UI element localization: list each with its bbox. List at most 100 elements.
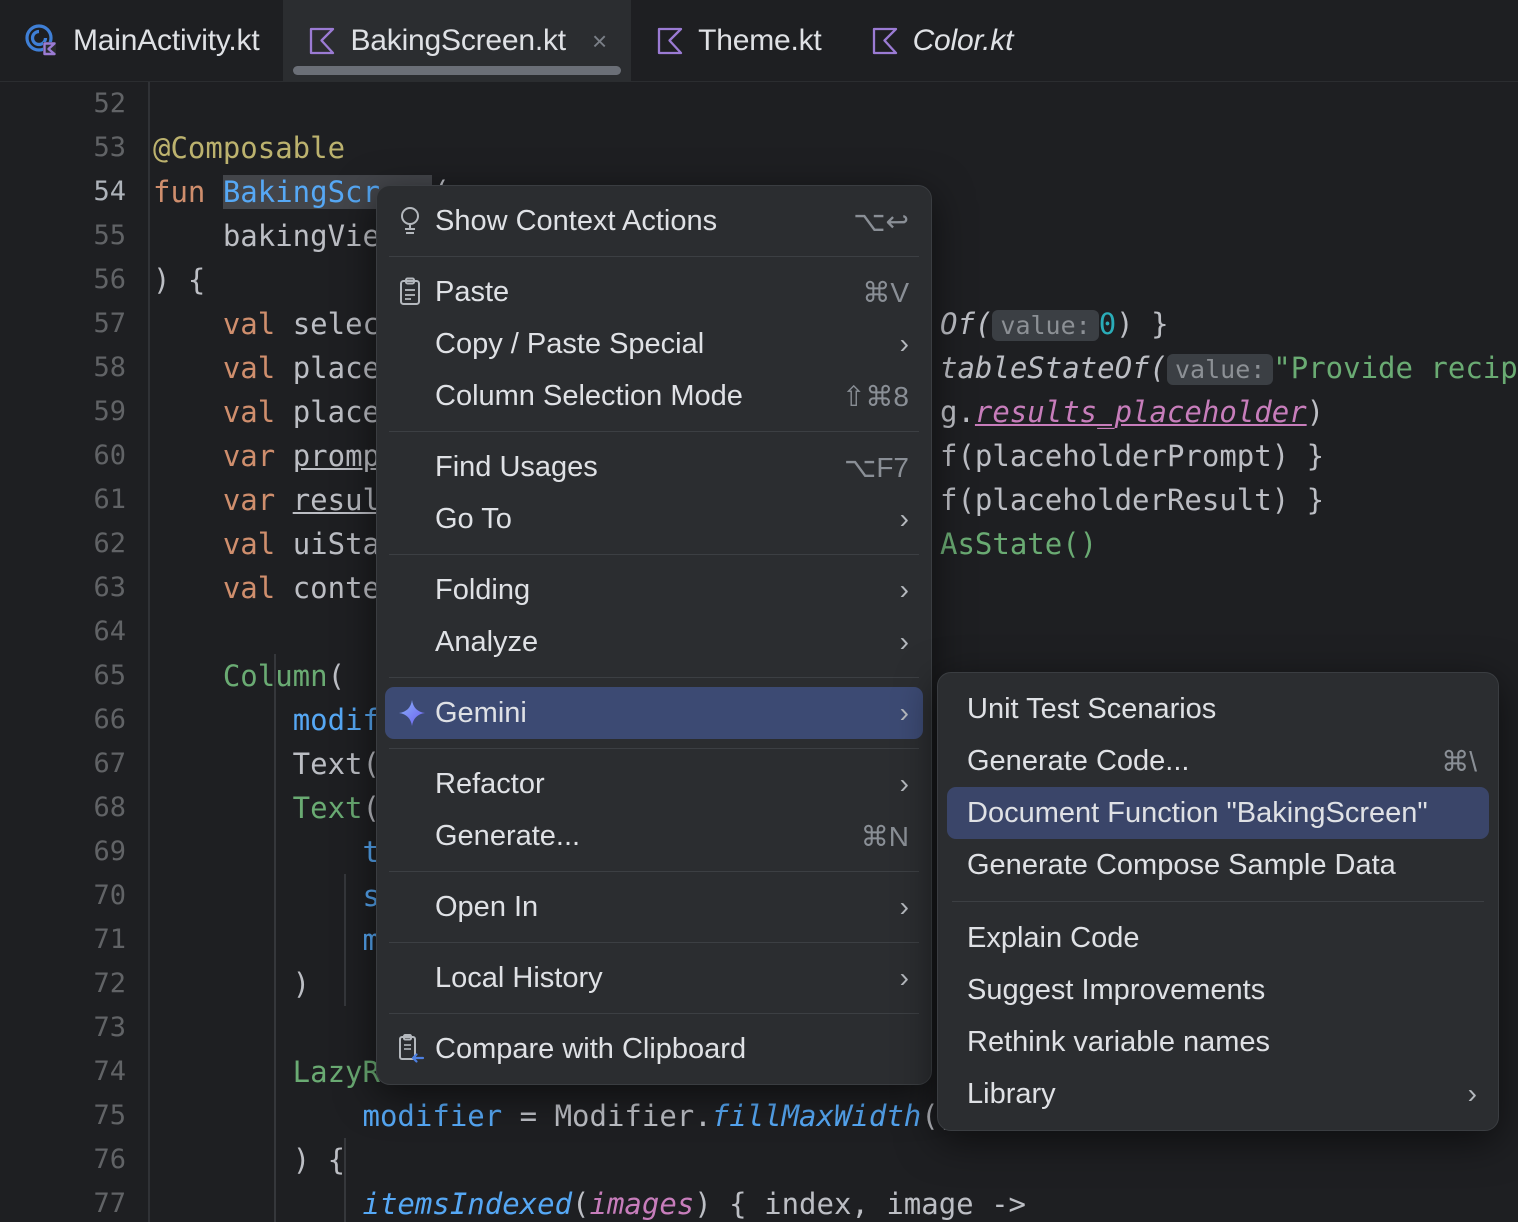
line-number: 68 [93,792,126,823]
tab-label: Color.kt [912,24,1014,57]
frag: Of( [940,307,993,341]
menu-item-generate[interactable]: Generate... ⌘N [385,810,923,862]
menu-item-paste[interactable]: Paste ⌘V [385,266,923,318]
submenu-item-generate-code[interactable]: Generate Code... ⌘\ [947,735,1489,787]
call-lazyrow: LazyRo [153,1055,398,1089]
menu-item-go-to[interactable]: Go To › [385,493,923,545]
menu-item-open-in[interactable]: Open In › [385,881,923,933]
menu-item-label: Paste [435,275,510,308]
kotlin-file-icon [870,26,900,56]
number: 0 [1098,307,1117,341]
code-line: val placeh [153,346,398,390]
keyword-var: var [153,439,293,473]
code-line: ) [153,967,311,1001]
submenu-item-suggest-improvements[interactable]: Suggest Improvements [947,964,1489,1016]
param-hint: value: [992,310,1099,341]
line-number: 71 [93,924,126,955]
ident-results-placeholder: results_placeholder [974,395,1307,429]
editor-tab-bar: MainActivity.kt BakingScreen.kt × Theme.… [0,0,1518,82]
chevron-right-icon: › [899,626,909,657]
tab-bakingscreen[interactable]: BakingScreen.kt × [283,0,632,82]
menu-separator [389,256,919,257]
string: "Provide recipe of [1273,351,1518,385]
submenu-item-generate-compose-sample-data[interactable]: Generate Compose Sample Data [947,839,1489,891]
menu-separator [389,871,919,872]
menu-separator [389,431,919,432]
editor-context-menu[interactable]: Show Context Actions ⌥↩ Paste ⌘V Copy / … [376,185,932,1085]
menu-separator [389,554,919,555]
gemini-submenu[interactable]: Unit Test Scenarios Generate Code... ⌘\ … [937,672,1499,1131]
code-line: val select [153,302,398,346]
menu-item-label: Copy / Paste Special [435,327,705,360]
submenu-item-label: Generate Code... [967,744,1190,777]
line-number: 69 [93,836,126,867]
menu-item-refactor[interactable]: Refactor › [385,758,923,810]
brace: ) { [292,1143,346,1177]
submenu-item-document-function[interactable]: Document Function "BakingScreen" [947,787,1489,839]
paren: ( [327,659,346,693]
keyword-val: val [153,571,293,605]
tab-theme[interactable]: Theme.kt [631,0,845,82]
line-number: 73 [93,1012,126,1043]
code-line: ) { [153,1138,345,1182]
submenu-item-label: Rethink variable names [967,1025,1271,1058]
line-number: 61 [93,484,126,515]
menu-item-show-context-actions[interactable]: Show Context Actions ⌥↩ [385,195,923,247]
submenu-separator [952,901,1484,902]
tab-label: BakingScreen.kt [350,24,566,57]
menu-item-label: Open In [435,890,539,923]
submenu-item-label: Explain Code [967,921,1140,954]
line-number: 60 [93,440,126,471]
chevron-right-icon: › [899,891,909,922]
arg-images: images [589,1187,695,1221]
code-line: Text( [153,747,380,781]
code-line: @Composable [153,131,346,165]
menu-item-column-selection-mode[interactable]: Column Selection Mode ⇧⌘8 [385,370,923,422]
compare-clipboard-icon [397,1034,435,1064]
submenu-item-explain-code[interactable]: Explain Code [947,912,1489,964]
line-number: 64 [93,616,126,647]
line-number: 62 [93,528,126,559]
menu-item-local-history[interactable]: Local History › [385,952,923,1004]
kotlin-activity-icon [24,23,60,59]
lambda-params: ) { index, image -> [694,1187,1026,1221]
menu-item-analyze[interactable]: Analyze › [385,616,923,668]
paren: ) [1306,395,1325,429]
tab-color[interactable]: Color.kt [846,0,1038,82]
submenu-item-label: Suggest Improvements [967,973,1266,1006]
menu-item-gemini[interactable]: Gemini › [385,687,923,739]
menu-item-label: Find Usages [435,450,598,483]
menu-item-copy-paste-special[interactable]: Copy / Paste Special › [385,318,923,370]
code-line: mo [153,918,398,962]
code-line: Column( [153,654,345,698]
chevron-right-icon: › [899,962,909,993]
menu-item-label: Compare with Clipboard [435,1032,747,1065]
menu-item-shortcut: ⌘N [860,820,909,852]
code-line: ) { [153,263,206,297]
tab-mainactivity[interactable]: MainActivity.kt [0,0,283,82]
close-icon[interactable]: × [592,28,607,54]
submenu-item-unit-test-scenarios[interactable]: Unit Test Scenarios [947,683,1489,735]
code-line: val placeh [153,390,398,434]
code-line: val contex [153,566,398,610]
submenu-item-label: Generate Compose Sample Data [967,848,1396,881]
submenu-item-library[interactable]: Library › [947,1068,1489,1120]
code-line: bakingView [153,219,398,253]
menu-separator [389,942,919,943]
submenu-item-rethink-variable-names[interactable]: Rethink variable names [947,1016,1489,1068]
code-line: st [153,874,398,918]
line-number: 66 [93,704,126,735]
menu-item-find-usages[interactable]: Find Usages ⌥F7 [385,441,923,493]
menu-item-label: Local History [435,961,603,994]
menu-item-compare-with-clipboard[interactable]: Compare with Clipboard [385,1023,923,1075]
call-column: Column [153,659,328,693]
clipboard-paste-icon [397,277,435,307]
call-itemsindexed: itemsIndexed [362,1187,573,1221]
menu-item-folding[interactable]: Folding › [385,564,923,616]
submenu-item-label: Unit Test Scenarios [967,692,1217,725]
menu-item-shortcut: ⇧⌘8 [841,380,909,412]
line-number: 67 [93,748,126,779]
code-line-right: f(placeholderPrompt) } [940,439,1325,473]
